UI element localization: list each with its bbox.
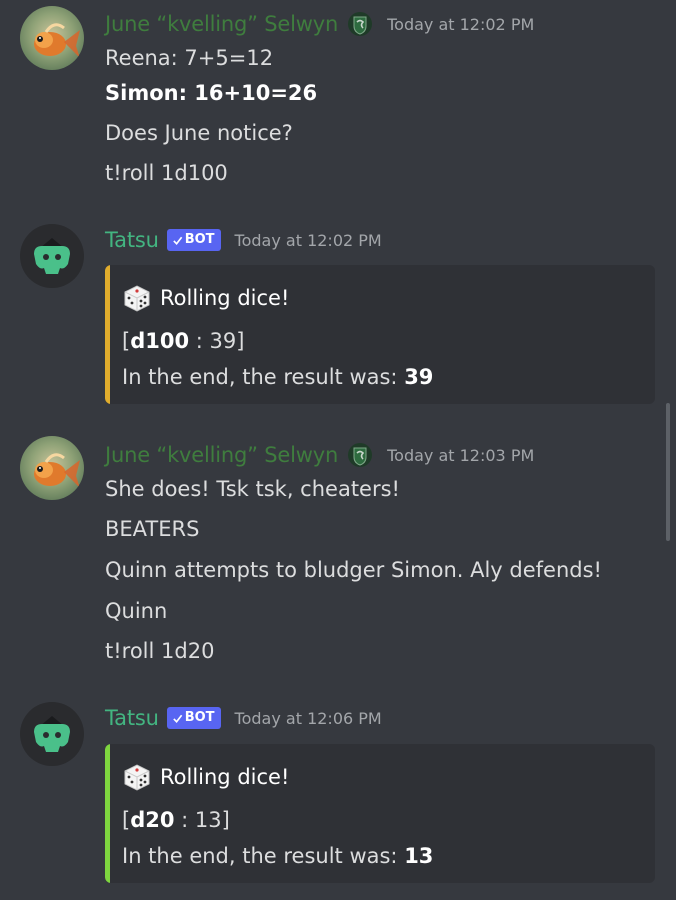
check-icon [172,236,182,245]
embed-result-line: In the end, the result was: 13 [122,844,433,868]
message-line: Quinn attempts to bludger Simon. Aly def… [105,558,602,582]
avatar-june[interactable] [20,436,84,500]
message-line: t!roll 1d100 [105,161,228,185]
embed-die-line: [d100 : 39] [122,329,245,353]
message-header: June “kvelling” Selwyn Today at 12:02 PM [105,11,534,37]
goldfish-avatar-icon [20,6,84,70]
result-value: 13 [404,844,434,868]
author-name[interactable]: June “kvelling” Selwyn [105,443,338,467]
result-value: 39 [404,365,434,389]
message-line: BEATERS [105,517,200,541]
embed-accent-bar [105,744,110,883]
timestamp: Today at 12:06 PM [234,708,382,728]
timestamp: Today at 12:03 PM [387,445,535,465]
bot-tag-label: BOT [184,710,215,725]
slytherin-badge-icon[interactable] [347,442,373,468]
avatar-june[interactable] [20,6,84,70]
embed-title-text: Rolling dice! [160,765,290,789]
result-prefix: In the end, the result was: [122,844,405,868]
die-result: : 39] [189,329,245,353]
message-header: June “kvelling” Selwyn Today at 12:03 PM [105,442,534,468]
bot-tag: BOT [166,707,221,729]
die-type: d100 [130,329,190,353]
check-icon [172,714,182,723]
timestamp: Today at 12:02 PM [387,14,535,34]
roll-embed: Rolling dice! [d100 : 39] In the end, th… [105,265,655,404]
author-name[interactable]: Tatsu [105,706,159,730]
author-name[interactable]: June “kvelling” Selwyn [105,12,338,36]
roll-embed: Rolling dice! [d20 : 13] In the end, the… [105,744,655,883]
tatsu-avatar-icon [20,702,84,766]
embed-result-line: In the end, the result was: 39 [122,365,433,389]
message-line: t!roll 1d20 [105,639,215,663]
message-header: Tatsu BOT Today at 12:06 PM [105,706,382,730]
avatar-tatsu[interactable] [20,702,84,766]
message-line: Quinn [105,599,168,623]
bot-tag: BOT [166,229,221,251]
embed-die-line: [d20 : 13] [122,808,230,832]
goldfish-avatar-icon [20,436,84,500]
slytherin-badge-icon[interactable] [347,11,373,37]
embed-title: Rolling dice! [122,283,289,313]
scrollbar-thumb[interactable] [666,403,670,541]
result-prefix: In the end, the result was: [122,365,405,389]
message-line: Simon: 16+10=26 [105,81,318,105]
die-result: : 13] [174,808,230,832]
timestamp: Today at 12:02 PM [234,230,382,250]
author-name[interactable]: Tatsu [105,228,159,252]
die-type: d20 [130,808,175,832]
message-line: Does June notice? [105,121,293,145]
embed-accent-bar [105,265,110,404]
message-header: Tatsu BOT Today at 12:02 PM [105,228,382,252]
embed-title: Rolling dice! [122,762,289,792]
bot-tag-label: BOT [184,232,215,247]
embed-title-text: Rolling dice! [160,286,290,310]
tatsu-avatar-icon [20,224,84,288]
message-line: She does! Tsk tsk, cheaters! [105,477,400,501]
avatar-tatsu[interactable] [20,224,84,288]
dice-icon [122,762,152,792]
dice-icon [122,283,152,313]
message-line: Reena: 7+5=12 [105,46,274,70]
